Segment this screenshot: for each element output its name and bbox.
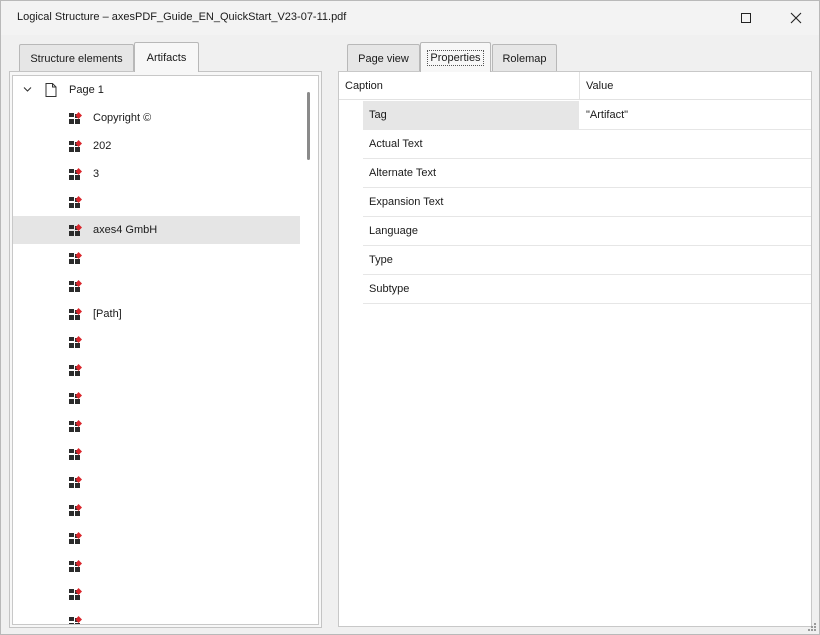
tree-item-label: 202 [93, 140, 112, 152]
property-caption: Expansion Text [369, 196, 444, 208]
property-caption: Type [369, 254, 393, 266]
artifact-icon [69, 504, 82, 516]
resize-grip-icon[interactable] [807, 622, 817, 632]
property-row[interactable]: Alternate Text [363, 159, 811, 188]
title-bar[interactable]: Logical Structure – axesPDF_Guide_EN_Qui… [1, 1, 819, 35]
property-caption: Actual Text [369, 138, 423, 150]
property-row[interactable]: Subtype [363, 275, 811, 304]
property-row[interactable]: Actual Text [363, 130, 811, 159]
tree-item[interactable]: axes4 GmbH [13, 216, 300, 244]
close-button[interactable] [773, 1, 819, 35]
property-value[interactable] [579, 217, 811, 245]
tree-item[interactable] [13, 608, 300, 624]
artifact-icon [69, 224, 82, 236]
tab-artifacts[interactable]: Artifacts [134, 42, 199, 72]
tree-item[interactable] [13, 244, 300, 272]
tab-label: Artifacts [146, 51, 187, 64]
column-header-value[interactable]: Value [586, 72, 613, 100]
tab-label: Rolemap [502, 52, 547, 65]
tree-item[interactable]: 202 [13, 132, 300, 160]
artifact-icon [69, 532, 82, 544]
property-row[interactable]: Expansion Text [363, 188, 811, 217]
tree-root-page[interactable]: Page 1 [13, 76, 300, 104]
tree-item[interactable] [13, 580, 300, 608]
artifact-icon [69, 448, 82, 460]
maximize-button[interactable] [723, 1, 769, 35]
tab-rolemap[interactable]: Rolemap [492, 44, 557, 72]
artifact-icon [69, 196, 82, 208]
artifact-icon [69, 588, 82, 600]
tree-root-label: Page 1 [69, 84, 104, 96]
tree-scrollbar[interactable] [302, 76, 318, 624]
artifact-icon [69, 252, 82, 264]
property-caption: Subtype [369, 283, 410, 295]
artifact-icon [69, 336, 82, 348]
tree-item[interactable] [13, 440, 300, 468]
artifact-tree[interactable]: Page 1 Copyright © 202 3 axes4 GmbH [Path] [12, 75, 319, 625]
property-value[interactable] [579, 275, 811, 303]
property-row[interactable]: Type [363, 246, 811, 275]
column-divider[interactable] [579, 72, 580, 100]
tab-label: Page view [358, 52, 409, 65]
grid-header: Caption Value [339, 72, 811, 100]
properties-grid[interactable]: Caption Value Tag "Artifact" Actual Text Al… [338, 71, 812, 627]
property-value[interactable] [579, 159, 811, 187]
tree-item[interactable] [13, 496, 300, 524]
artifact-icon [69, 140, 82, 152]
tree-item[interactable] [13, 356, 300, 384]
tree-item[interactable] [13, 468, 300, 496]
tree-item[interactable] [13, 384, 300, 412]
property-value[interactable] [579, 130, 811, 158]
grid-gutter [339, 100, 363, 626]
tab-structure-elements[interactable]: Structure elements [19, 44, 134, 72]
tab-label: Properties [427, 49, 484, 66]
tree-item[interactable] [13, 524, 300, 552]
tree-item[interactable]: Copyright © [13, 104, 300, 132]
artifact-icon [69, 616, 82, 624]
tab-properties[interactable]: Properties [420, 42, 491, 72]
window-title: Logical Structure – axesPDF_Guide_EN_Qui… [17, 11, 347, 23]
maximize-icon [741, 13, 751, 23]
tree-item[interactable] [13, 328, 300, 356]
artifact-icon [69, 392, 82, 404]
tab-page-view[interactable]: Page view [347, 44, 420, 72]
tree-item[interactable] [13, 552, 300, 580]
tree-item[interactable]: [Path] [13, 300, 300, 328]
tree-item[interactable] [13, 188, 300, 216]
property-value[interactable] [579, 188, 811, 216]
property-row[interactable]: Language [363, 217, 811, 246]
tree-item[interactable] [13, 272, 300, 300]
artifact-icon [69, 364, 82, 376]
tree-item-label: [Path] [93, 308, 122, 320]
property-caption: Alternate Text [369, 167, 437, 179]
tree-item[interactable]: 3 [13, 160, 300, 188]
tree-item-label: Copyright © [93, 112, 152, 124]
tab-label: Structure elements [30, 52, 123, 65]
page-icon [45, 83, 57, 97]
artifact-icon [69, 168, 82, 180]
property-row[interactable]: Tag "Artifact" [363, 101, 811, 130]
column-header-caption[interactable]: Caption [345, 72, 383, 100]
property-value[interactable] [579, 246, 811, 274]
tree-item-label: axes4 GmbH [93, 224, 158, 236]
artifact-icon [69, 476, 82, 488]
close-icon [790, 12, 802, 24]
tree-scroll-thumb[interactable] [307, 92, 310, 160]
artifact-icon [69, 420, 82, 432]
tree-item[interactable] [13, 412, 300, 440]
property-caption: Tag [363, 101, 579, 129]
artifact-icon [69, 560, 82, 572]
tree-item-label: 3 [93, 168, 100, 180]
logical-structure-window: Logical Structure – axesPDF_Guide_EN_Qui… [0, 0, 820, 635]
artifact-icon [69, 280, 82, 292]
property-caption: Language [369, 225, 418, 237]
property-value[interactable]: "Artifact" [579, 101, 811, 129]
artifact-icon [69, 308, 82, 320]
artifact-icon [69, 112, 82, 124]
chevron-down-icon[interactable] [23, 85, 32, 94]
